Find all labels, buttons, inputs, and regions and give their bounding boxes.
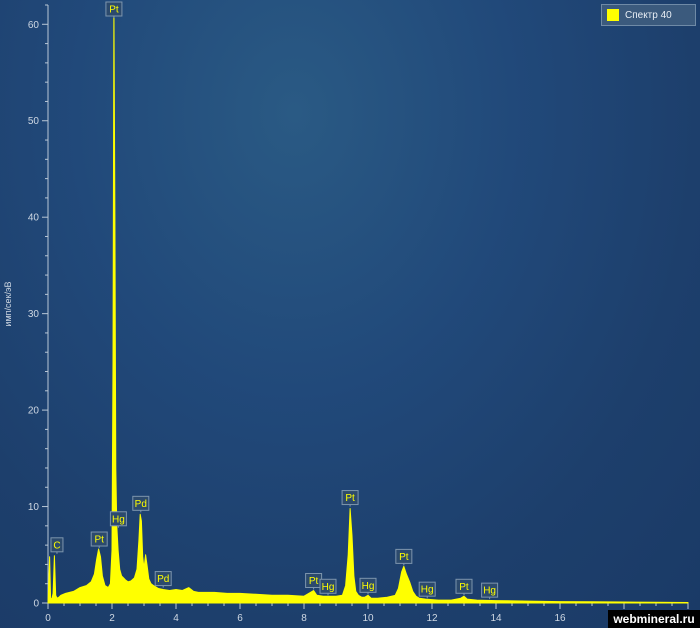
x-tick-label: 10 xyxy=(362,613,374,624)
axes: 0 10 20 30 40 50 60 0 2 4 6 8 10 12 14 16 xyxy=(28,4,689,624)
peak-label-c: C xyxy=(50,537,64,554)
y-tick-label: 30 xyxy=(28,309,40,320)
peak-label-text: Pt xyxy=(345,493,355,504)
peak-label-pd: Pd xyxy=(132,495,150,513)
legend-swatch xyxy=(607,9,619,21)
plot-area xyxy=(47,4,689,604)
x-tick-label: 4 xyxy=(173,613,179,624)
peak-label-text: Hg xyxy=(483,586,496,597)
peak-label-pt: Pt xyxy=(305,572,323,590)
peak-label-text: Pt xyxy=(94,535,104,546)
peak-label-text: C xyxy=(53,540,60,551)
y-axis-title: имп/сек/эВ xyxy=(3,281,13,326)
peak-label-pt: Pt xyxy=(341,490,359,507)
peak-label-text: Pt xyxy=(109,5,119,16)
peak-label-hg: Hg xyxy=(319,578,337,596)
spectrum-area xyxy=(47,4,689,604)
peak-label-hg: Hg xyxy=(109,511,127,528)
peak-label-hg: Hg xyxy=(418,581,436,599)
peak-label-pt: Pt xyxy=(455,578,473,596)
peak-label-pt: Pt xyxy=(105,1,123,18)
x-tick-label: 0 xyxy=(45,613,51,624)
x-tick-label: 14 xyxy=(490,613,502,624)
peak-label-hg: Hg xyxy=(359,577,377,595)
y-tick-label: 40 xyxy=(28,213,40,224)
peak-label-text: Pt xyxy=(309,576,319,587)
peak-label-text: Pd xyxy=(157,574,169,585)
x-tick-label: 6 xyxy=(237,613,243,624)
peak-label-text: Hg xyxy=(421,585,434,596)
peak-label-text: Hg xyxy=(112,514,125,525)
peak-label-pt: Pt xyxy=(395,548,413,566)
peak-label-text: Hg xyxy=(362,581,375,592)
peak-label-text: Pt xyxy=(459,582,469,593)
y-tick-label: 10 xyxy=(28,502,40,513)
watermark: webmineral.ru xyxy=(608,610,700,628)
legend-label: Спектр 40 xyxy=(625,9,672,21)
peak-labels: CPtPtHgPdPd PtHgPtHgPtHg Pt Hg xyxy=(50,1,499,600)
y-tick-label: 60 xyxy=(28,20,40,31)
x-tick-label: 16 xyxy=(554,613,566,624)
peak-label-text: Hg xyxy=(322,582,335,593)
peak-label-pd: Pd xyxy=(154,571,172,588)
spectrum-chart: 01020304050600 2 4 6 8 10 12 14 16 CPtPtHgPdPd Pt… xyxy=(3,1,689,624)
peak-label-pt: Pt xyxy=(90,531,108,549)
peak-label-text: Pd xyxy=(135,499,147,510)
peak-label-hg: Hg xyxy=(481,582,499,600)
x-tick-label: 12 xyxy=(426,613,438,624)
x-tick-label: 2 xyxy=(109,613,115,624)
y-tick-label: 0 xyxy=(33,599,39,610)
legend[interactable]: Спектр 40 xyxy=(601,4,696,26)
peak-label-text: Pt xyxy=(399,552,409,563)
y-tick-label: 20 xyxy=(28,406,40,417)
y-tick-label: 50 xyxy=(28,116,40,127)
x-tick-label: 8 xyxy=(301,613,307,624)
